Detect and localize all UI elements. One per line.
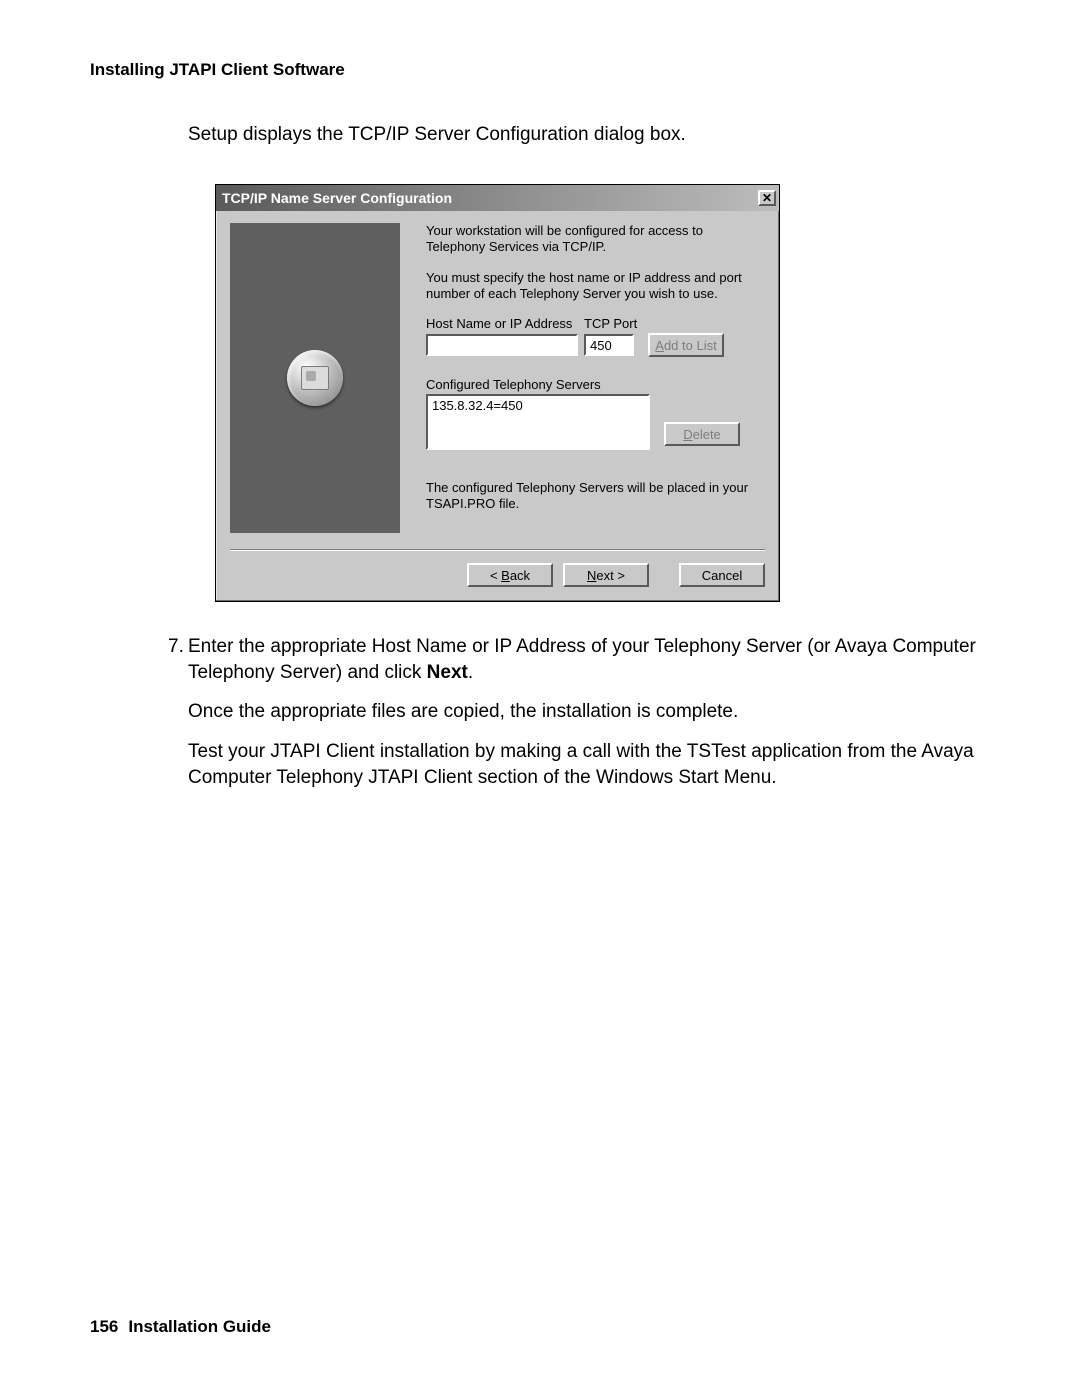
- port-input[interactable]: [584, 334, 634, 356]
- step-number: 7.: [168, 634, 188, 804]
- page-number: 156: [90, 1317, 118, 1336]
- dialog-screenshot: TCP/IP Name Server Configuration ✕ Your …: [215, 184, 780, 602]
- host-label: Host Name or IP Address: [426, 316, 584, 331]
- step7-part-c: .: [468, 662, 473, 683]
- back-rest: ack: [510, 568, 530, 583]
- del-rest: elete: [693, 427, 721, 442]
- back-button[interactable]: < Back: [467, 563, 553, 587]
- wizard-buttons: < Back Next > Cancel: [216, 551, 779, 601]
- intro-text: Setup displays the TCP/IP Server Configu…: [188, 124, 990, 146]
- after-text-2: Test your JTAPI Client installation by m…: [188, 739, 980, 790]
- next-underline: N: [587, 568, 596, 583]
- step-7: 7. Enter the appropriate Host Name or IP…: [168, 634, 980, 804]
- page-header: Installing JTAPI Client Software: [90, 60, 990, 80]
- info-text-2: You must specify the host name or IP add…: [426, 270, 765, 303]
- host-input[interactable]: [426, 334, 578, 356]
- add-to-list-button[interactable]: Add to List: [648, 333, 724, 357]
- step7-bold: Next: [427, 662, 468, 683]
- back-prefix: <: [490, 568, 501, 583]
- add-rest: dd to List: [664, 338, 717, 353]
- configured-label: Configured Telephony Servers: [426, 377, 765, 392]
- delete-button[interactable]: Delete: [664, 422, 740, 446]
- next-rest: ext >: [596, 568, 625, 583]
- dialog: TCP/IP Name Server Configuration ✕ Your …: [215, 184, 780, 602]
- port-label: TCP Port: [584, 316, 644, 331]
- close-button[interactable]: ✕: [758, 190, 776, 206]
- del-underline: D: [683, 427, 692, 442]
- next-button[interactable]: Next >: [563, 563, 649, 587]
- wizard-art-panel: [230, 223, 400, 533]
- info-text-1: Your workstation will be configured for …: [426, 223, 765, 256]
- dialog-title: TCP/IP Name Server Configuration: [222, 190, 452, 206]
- configured-servers-list[interactable]: 135.8.32.4=450: [426, 394, 650, 450]
- install-icon: [287, 350, 343, 406]
- titlebar: TCP/IP Name Server Configuration ✕: [216, 185, 779, 211]
- footer-title: Installation Guide: [128, 1317, 271, 1336]
- after-text-1: Once the appropriate files are copied, t…: [188, 699, 980, 725]
- step7-part-a: Enter the appropriate Host Name or IP Ad…: [188, 636, 976, 683]
- cancel-button[interactable]: Cancel: [679, 563, 765, 587]
- footer-note: The configured Telephony Servers will be…: [426, 480, 765, 513]
- page-footer: 156 Installation Guide: [90, 1317, 271, 1337]
- back-underline: B: [501, 568, 510, 583]
- add-underline: A: [655, 338, 664, 353]
- server-entry[interactable]: 135.8.32.4=450: [432, 398, 644, 413]
- instruction-text: 7. Enter the appropriate Host Name or IP…: [168, 634, 980, 804]
